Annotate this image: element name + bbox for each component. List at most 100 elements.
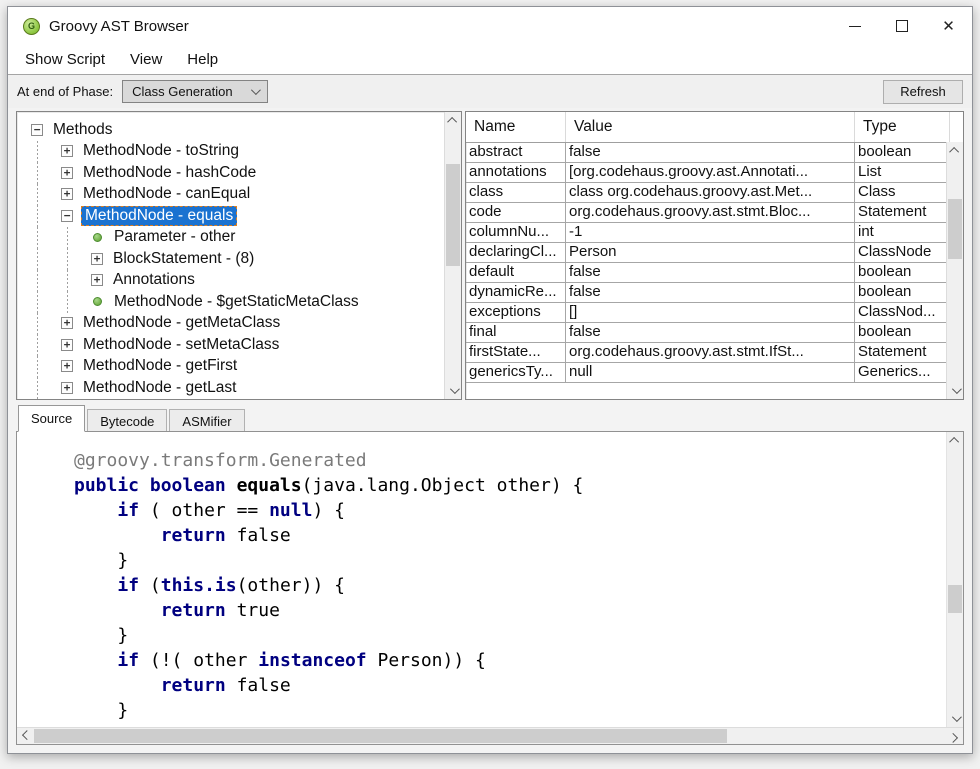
tree-item[interactable]: MethodNode - getLast xyxy=(17,377,444,399)
scroll-track[interactable] xyxy=(947,159,963,382)
source-code: @groovy.transform.Generatedpublic boolea… xyxy=(17,432,946,727)
expand-icon[interactable] xyxy=(61,188,73,200)
table-vertical-scrollbar[interactable] xyxy=(946,142,963,399)
table-rows[interactable]: abstractfalsebooleanannotations[org.code… xyxy=(466,142,946,399)
column-header-name[interactable]: Name xyxy=(466,112,566,142)
scroll-thumb[interactable] xyxy=(948,199,962,259)
cell-value: [org.codehaus.groovy.ast.Annotati... xyxy=(566,163,855,182)
table-row[interactable]: defaultfalseboolean xyxy=(466,263,946,283)
table-row[interactable]: columnNu...-1int xyxy=(466,223,946,243)
cell-value: Person xyxy=(566,243,855,262)
scroll-up-button[interactable] xyxy=(947,432,964,449)
collapse-icon[interactable] xyxy=(31,124,43,136)
chevron-down-icon xyxy=(952,384,962,394)
table-row[interactable]: abstractfalseboolean xyxy=(466,143,946,163)
table-row[interactable]: dynamicRe...falseboolean xyxy=(466,283,946,303)
code-scroll-area[interactable]: @groovy.transform.Generatedpublic boolea… xyxy=(17,432,963,727)
expand-icon[interactable] xyxy=(61,339,73,351)
scroll-thumb[interactable] xyxy=(446,164,460,265)
scroll-thumb[interactable] xyxy=(948,585,962,614)
menu-item-view[interactable]: View xyxy=(120,48,172,71)
scroll-left-button[interactable] xyxy=(17,728,34,745)
code-segment: } xyxy=(74,550,128,571)
menu-item-show-script[interactable]: Show Script xyxy=(15,48,115,71)
table-row[interactable]: codeorg.codehaus.groovy.ast.stmt.Bloc...… xyxy=(466,203,946,223)
close-button[interactable]: ✕ xyxy=(925,7,972,45)
cell-name: genericsTy... xyxy=(466,363,566,382)
maximize-button[interactable] xyxy=(878,7,925,45)
table-row[interactable]: exceptions[]ClassNod... xyxy=(466,303,946,323)
tab-asmifier[interactable]: ASMifier xyxy=(169,409,244,432)
expand-icon[interactable] xyxy=(91,274,103,286)
tree-item[interactable]: Methods xyxy=(17,119,444,141)
tree-item[interactable]: MethodNode - $getStaticMetaClass xyxy=(17,291,444,313)
cell-name: declaringCl... xyxy=(466,243,566,262)
tree-item-label: MethodNode - $getStaticMetaClass xyxy=(112,293,361,311)
tree-item-label: Methods xyxy=(51,121,114,139)
code-segment: instanceof xyxy=(258,650,366,671)
tree-item-label: Annotations xyxy=(111,271,197,289)
tree-item[interactable]: MethodNode - canEqual xyxy=(17,184,444,206)
cell-type: ClassNod... xyxy=(855,303,946,322)
app-window: Groovy AST Browser ✕ Show ScriptViewHelp… xyxy=(7,6,973,754)
cell-value: org.codehaus.groovy.ast.stmt.Bloc... xyxy=(566,203,855,222)
source-vertical-scrollbar[interactable] xyxy=(946,432,963,727)
table-row[interactable]: annotations[org.codehaus.groovy.ast.Anno… xyxy=(466,163,946,183)
refresh-button[interactable]: Refresh xyxy=(883,80,963,104)
minimize-button[interactable] xyxy=(831,7,878,45)
scroll-track[interactable] xyxy=(947,449,963,710)
tree-item[interactable]: MethodNode - equals xyxy=(17,205,444,227)
table-row[interactable]: declaringCl...PersonClassNode xyxy=(466,243,946,263)
table-row[interactable]: finalfalseboolean xyxy=(466,323,946,343)
expand-icon[interactable] xyxy=(61,145,73,157)
tree-indent-guide xyxy=(61,291,91,313)
cell-value: org.codehaus.groovy.ast.stmt.IfSt... xyxy=(566,343,855,362)
tree-item[interactable]: MethodNode - hashCode xyxy=(17,162,444,184)
phase-dropdown[interactable]: Class Generation xyxy=(122,80,268,103)
scroll-down-button[interactable] xyxy=(445,382,462,399)
tree-item-label: BlockStatement - (8) xyxy=(111,250,256,268)
scroll-up-button[interactable] xyxy=(445,112,462,129)
tree-item[interactable]: Parameter - other xyxy=(17,227,444,249)
scroll-up-button[interactable] xyxy=(947,142,964,159)
menu-item-help[interactable]: Help xyxy=(177,48,228,71)
code-segment: if xyxy=(117,575,139,596)
table-header[interactable]: NameValueType xyxy=(466,112,963,142)
table-row[interactable]: genericsTy...nullGenerics... xyxy=(466,363,946,383)
expand-icon[interactable] xyxy=(61,317,73,329)
source-horizontal-scrollbar[interactable] xyxy=(17,727,963,744)
cell-value: null xyxy=(566,363,855,382)
ast-tree-panel: MethodsMethodNode - toStringMethodNode -… xyxy=(16,111,462,400)
top-split-pane: MethodsMethodNode - toStringMethodNode -… xyxy=(8,108,972,400)
table-row[interactable]: classclass org.codehaus.groovy.ast.Met..… xyxy=(466,183,946,203)
tree-item[interactable]: MethodNode - getMetaClass xyxy=(17,313,444,335)
expand-icon[interactable] xyxy=(91,253,103,265)
code-line: if (this.is(other)) { xyxy=(74,573,946,598)
tree-item[interactable]: BlockStatement - (8) xyxy=(17,248,444,270)
tree-indent-guide xyxy=(31,334,61,356)
scroll-thumb[interactable] xyxy=(34,729,727,743)
tree-item[interactable]: MethodNode - toString xyxy=(17,141,444,163)
scroll-track[interactable] xyxy=(445,129,461,382)
expand-icon[interactable] xyxy=(61,167,73,179)
code-line: @groovy.transform.Generated xyxy=(74,448,946,473)
tree-item[interactable]: Annotations xyxy=(17,270,444,292)
scroll-track[interactable] xyxy=(34,728,946,744)
scroll-down-button[interactable] xyxy=(947,710,964,727)
table-row[interactable]: firstState...org.codehaus.groovy.ast.stm… xyxy=(466,343,946,363)
expand-icon[interactable] xyxy=(61,382,73,394)
collapse-icon[interactable] xyxy=(61,210,73,222)
column-header-value[interactable]: Value xyxy=(566,112,855,142)
expand-icon[interactable] xyxy=(61,360,73,372)
tab-bytecode[interactable]: Bytecode xyxy=(87,409,167,432)
cell-name: exceptions xyxy=(466,303,566,322)
tree-item[interactable]: MethodNode - getFirst xyxy=(17,356,444,378)
scroll-right-button[interactable] xyxy=(946,728,963,745)
tree-vertical-scrollbar[interactable] xyxy=(444,112,461,399)
ast-tree[interactable]: MethodsMethodNode - toStringMethodNode -… xyxy=(17,112,444,399)
tree-item[interactable]: MethodNode - setMetaClass xyxy=(17,334,444,356)
column-header-type[interactable]: Type xyxy=(855,112,950,142)
cell-value: false xyxy=(566,263,855,282)
scroll-down-button[interactable] xyxy=(947,382,964,399)
tab-source[interactable]: Source xyxy=(18,405,85,432)
